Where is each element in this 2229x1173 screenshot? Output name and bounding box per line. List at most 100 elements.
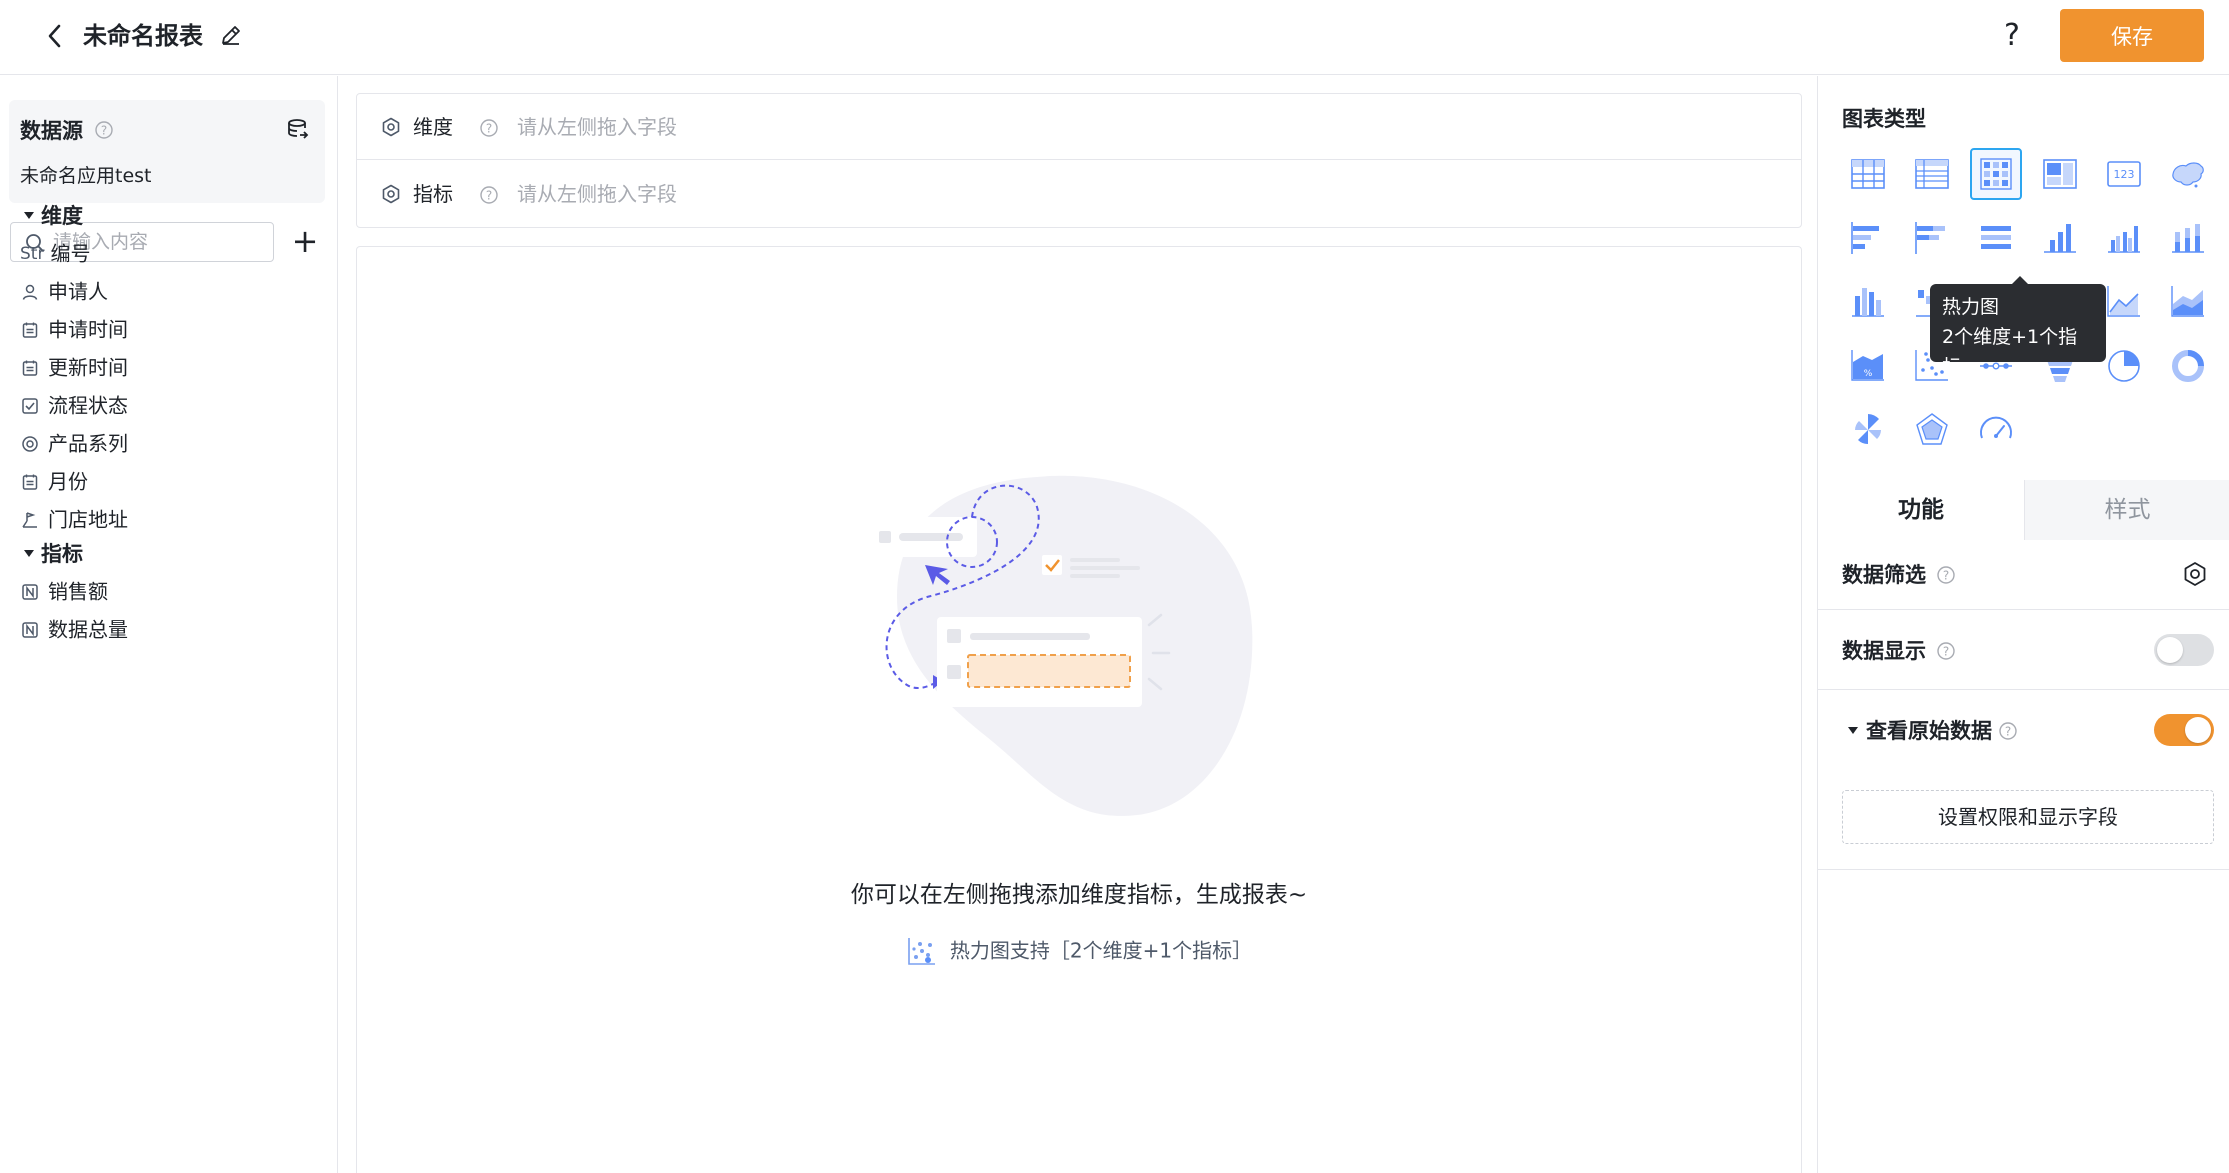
field-item-product-series[interactable]: 产品系列 [20,424,320,460]
report-canvas: 你可以在左侧拖拽添加维度指标，生成报表~ 热力图支持［2个维度+1个指标］ [356,246,1802,1173]
pie-chart-icon [2108,350,2140,382]
help-circle-icon[interactable]: ? [94,120,114,140]
empty-state-hint: 热力图支持［2个维度+1个指标］ [357,933,1801,967]
field-drop-panel: 维度 ? 请从左侧拖入字段 指标 ? 请从左侧拖入字段 [356,93,1802,228]
field-item-update-time[interactable]: 更新时间 [20,348,320,384]
calendar-icon [20,350,40,386]
field-item-id[interactable]: Str 编号 [20,234,320,270]
data-filter-section: 数据筛选 ? [1818,540,2229,610]
radio-icon [20,426,40,462]
chart-type-gauge[interactable] [1970,404,2022,456]
data-display-toggle[interactable] [2154,634,2214,666]
percent-area-icon: % [1851,350,1884,381]
chart-type-bar-percent[interactable] [1970,212,2022,264]
help-circle-icon[interactable]: ? [1936,641,1956,661]
chart-type-rose[interactable] [1842,404,1894,456]
heatmap-grid-icon [1980,158,2012,190]
caret-down-icon [24,549,34,557]
field-item-apply-time[interactable]: 申请时间 [20,310,320,346]
china-map-icon [2172,162,2204,188]
datasource-title: 数据源 [20,119,83,143]
detail-table-icon [1915,159,1949,189]
number-type-icon [20,612,40,648]
dimension-drop-placeholder: 请从左侧拖入字段 [517,115,677,139]
gear-icon[interactable] [381,117,401,137]
chart-type-heatmap[interactable] [1970,148,2022,200]
tab-function[interactable]: 功能 [1818,480,2024,540]
field-item-data-total[interactable]: 数据总量 [20,610,320,646]
calendar-icon [20,312,40,348]
data-display-section: 数据显示 ? [1818,610,2229,690]
field-item-process-status[interactable]: 流程状态 [20,386,320,422]
heatmap-chart-icon [908,937,935,965]
rose-chart-icon [1855,414,1881,445]
chart-type-column-stacked[interactable] [2162,212,2214,264]
data-filter-label: 数据筛选 [1842,563,1926,587]
chart-type-column[interactable] [2034,212,2086,264]
kpi-number-icon: 123 [2107,161,2141,187]
chart-type-kpi-card[interactable]: 123 [2098,148,2150,200]
config-panel: 图表类型 123 % 热力图 2个维度+1个指标 功能 样式 数据筛选 ? 数据… [1817,76,2229,1173]
raw-data-toggle[interactable] [2154,714,2214,746]
svg-text:?: ? [101,124,107,138]
chart-type-radar[interactable] [1906,404,1958,456]
chart-type-bar-stacked[interactable] [1906,212,1958,264]
report-title: 未命名报表 [83,22,203,50]
caret-down-icon [24,211,34,219]
chart-type-column-grouped[interactable] [2098,212,2150,264]
chart-type-table[interactable] [1842,148,1894,200]
permission-fields-button[interactable]: 设置权限和显示字段 [1842,790,2214,844]
raw-data-header[interactable]: 查看原始数据 [1848,714,1992,748]
help-circle-icon[interactable]: ? [1936,565,1956,585]
metric-drop-zone[interactable]: 指标 ? 请从左侧拖入字段 [357,161,1801,227]
chart-type-column-percent[interactable] [1842,276,1894,328]
save-button[interactable]: 保存 [2060,9,2204,62]
chart-type-crosstab[interactable] [2034,148,2086,200]
tab-style[interactable]: 样式 [2024,480,2229,540]
caret-down-icon [1848,726,1858,734]
gauge-chart-icon [1980,416,2012,439]
field-item-applicant[interactable]: 申请人 [20,272,320,308]
dimension-drop-zone[interactable]: 维度 ? 请从左侧拖入字段 [357,94,1801,160]
config-tabs: 功能 样式 [1818,480,2229,540]
chart-type-tooltip: 热力图 2个维度+1个指标 [1930,276,2106,378]
chart-type-detail-table[interactable] [1906,148,1958,200]
user-icon [20,274,40,310]
help-circle-icon[interactable]: ? [479,185,499,205]
chart-type-map[interactable] [2162,148,2214,200]
chart-type-title: 图表类型 [1842,107,1926,131]
percent-column-icon [1852,288,1884,317]
datasource-card: 数据源 ? 未命名应用test [9,100,325,203]
filter-settings-icon[interactable] [2182,561,2208,587]
gear-icon[interactable] [381,184,401,204]
chart-type-donut[interactable] [2162,340,2214,392]
checkbox-icon [20,388,40,424]
chart-type-area-percent[interactable]: % [1842,340,1894,392]
empty-state-message: 你可以在左侧拖拽添加维度指标，生成报表~ [850,882,1308,908]
metric-drop-placeholder: 请从左侧拖入字段 [517,182,677,206]
field-item-sales[interactable]: 销售额 [20,572,320,608]
donut-chart-icon [2172,350,2204,382]
svg-text:?: ? [1943,645,1949,659]
dimension-group-header[interactable]: 维度 [24,200,83,232]
chart-type-bar-horizontal[interactable] [1842,212,1894,264]
help-circle-icon[interactable]: ? [1998,721,2018,741]
stacked-area-icon [2171,286,2204,317]
metric-group-header[interactable]: 指标 [24,538,83,570]
help-button[interactable]: ? [2004,16,2020,56]
field-sidebar: 数据源 ? 未命名应用test + 维度 Str编号 申请人 申请时间 更新时间… [0,76,338,1173]
field-item-store-address[interactable]: 门店地址 [20,500,320,536]
grouped-column-icon [2108,226,2140,253]
crosstab-icon [2043,159,2077,189]
calendar-icon [20,464,40,500]
database-switch-icon[interactable] [285,116,311,142]
empty-state-illustration [867,475,1253,816]
field-item-month[interactable]: 月份 [20,462,320,498]
datasource-name: 未命名应用test [20,165,152,187]
chart-type-area-stacked[interactable] [2162,276,2214,328]
tooltip-description: 2个维度+1个指标 [1942,326,2078,378]
back-arrow-icon[interactable] [40,18,70,54]
help-circle-icon[interactable]: ? [479,118,499,138]
edit-pencil-icon[interactable] [218,22,244,48]
radar-chart-icon [1916,413,1948,445]
